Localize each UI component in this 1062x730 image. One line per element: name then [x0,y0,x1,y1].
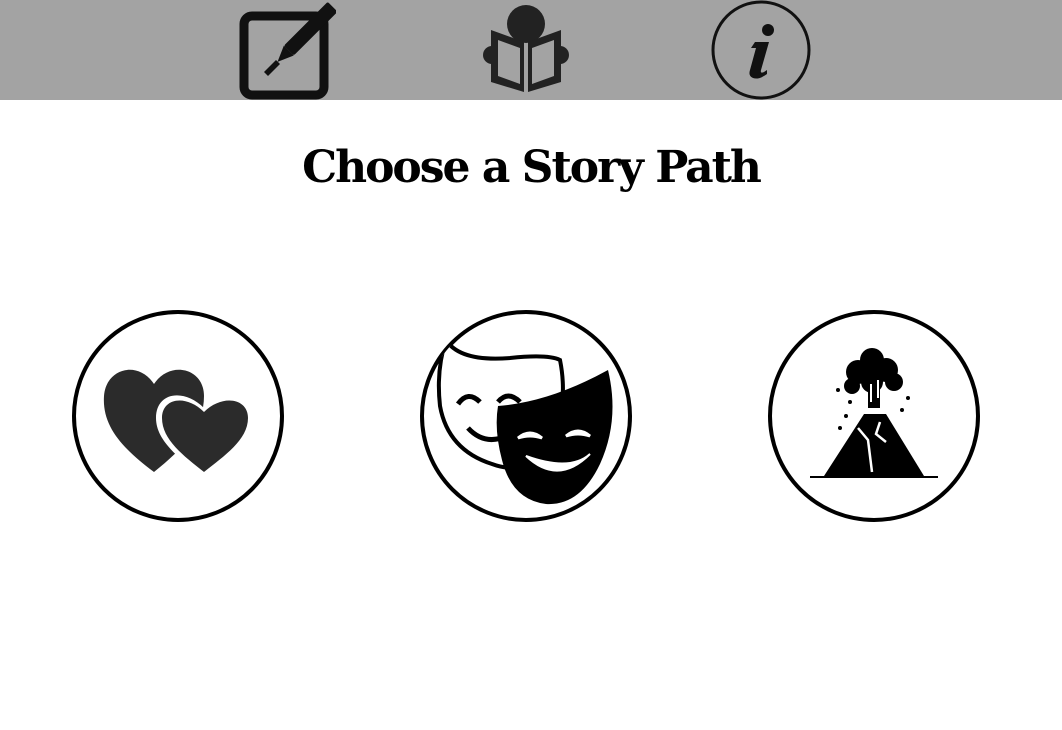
reader-icon [483,5,569,92]
top-toolbar [0,0,1062,100]
page-title: Choose a Story Path [302,142,762,193]
hearts-icon [72,310,284,522]
story-path-love[interactable] [72,310,284,522]
info-button[interactable] [711,0,811,100]
info-icon [711,0,811,100]
edit-icon [239,2,336,100]
volcano-icon [768,310,980,522]
read-button[interactable] [476,0,576,100]
story-path-drama[interactable] [420,310,632,522]
theater-masks-icon [420,310,632,522]
story-path-disaster[interactable] [768,310,980,522]
write-button[interactable] [236,0,336,100]
